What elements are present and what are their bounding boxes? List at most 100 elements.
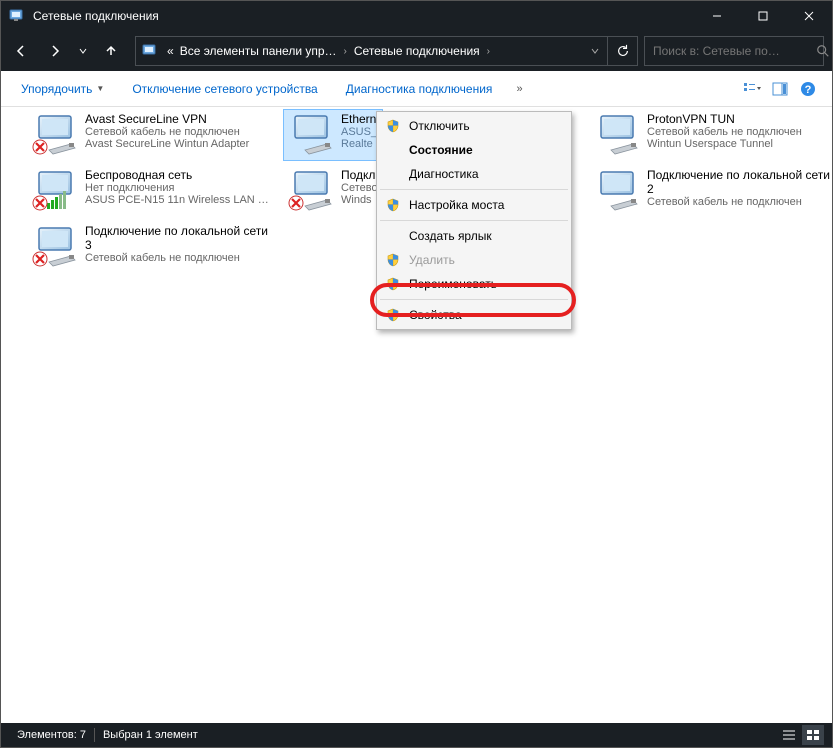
- forward-button[interactable]: [39, 35, 71, 67]
- menu-item-свойства[interactable]: Свойства: [379, 303, 569, 327]
- connection-adapter: Wintun Userspace Tunnel: [647, 138, 833, 150]
- breadcrumb-parent[interactable]: Все элементы панели упр…: [177, 37, 340, 65]
- connection-status: Сетево: [341, 182, 379, 194]
- diagnose-connection-button[interactable]: Диагностика подключения: [338, 78, 501, 100]
- connections-list: Подключение по локальной сети3 Сетевой к…: [1, 107, 832, 723]
- connection-info: Avast SecureLine VPN Сетевой кабель не п…: [85, 112, 279, 150]
- connection-info: Подкл Сетево Winds: [341, 168, 379, 206]
- preview-pane-icon[interactable]: [768, 77, 792, 101]
- menu-item-удалить: Удалить: [379, 248, 569, 272]
- address-dropdown[interactable]: [583, 37, 607, 65]
- disable-device-button[interactable]: Отключение сетевого устройства: [124, 78, 325, 100]
- search-box[interactable]: [644, 36, 824, 66]
- connection-info: Подключение по локальной сети3 Сетевой к…: [85, 224, 279, 264]
- connection-name: Avast SecureLine VPN: [85, 112, 279, 126]
- organize-menu[interactable]: Упорядочить ▼: [13, 78, 112, 100]
- connection-info: ProtonVPN TUN Сетевой кабель не подключе…: [647, 112, 833, 150]
- connection-item-wireless[interactable]: Беспроводная сеть Нет подключения ASUS P…: [27, 165, 283, 217]
- connection-name: Подкл: [341, 168, 379, 182]
- menu-item-label: Диагностика: [409, 167, 479, 181]
- connection-name: ProtonVPN TUN: [647, 112, 833, 126]
- shield-icon: [385, 276, 401, 292]
- network-adapter-icon: [31, 168, 79, 212]
- connection-adapter: Winds: [341, 194, 379, 206]
- minimize-button[interactable]: [694, 1, 740, 31]
- toolbar-overflow[interactable]: »: [516, 83, 522, 95]
- connection-name: Ethern: [341, 112, 379, 126]
- search-icon[interactable]: [816, 44, 830, 58]
- connection-info: Ethern ASUS_ Realte: [341, 112, 379, 150]
- chevron-right-icon[interactable]: ›: [340, 46, 351, 57]
- menu-separator: [380, 220, 568, 221]
- connection-item-localconn[interactable]: Подкл Сетево Winds: [283, 165, 383, 217]
- menu-item-label: Состояние: [409, 143, 473, 157]
- menu-item-label: Настройка моста: [409, 198, 504, 212]
- refresh-button[interactable]: [607, 37, 637, 65]
- connection-adapter: ASUS PCE-N15 11n Wireless LAN …: [85, 194, 279, 206]
- network-adapter-icon: [287, 112, 335, 156]
- menu-separator: [380, 189, 568, 190]
- app-icon: [9, 8, 25, 24]
- status-bar: Элементов: 7 Выбран 1 элемент: [1, 723, 832, 747]
- up-button[interactable]: [95, 35, 127, 67]
- status-item-count: Элементов: 7: [9, 729, 94, 741]
- connection-item-local3[interactable]: Подключение по локальной сети3 Сетевой к…: [27, 221, 283, 273]
- network-adapter-icon: [593, 112, 641, 156]
- connection-status: Сетевой кабель не подключен: [647, 126, 833, 138]
- menu-separator: [380, 299, 568, 300]
- chevron-down-icon: ▼: [96, 84, 104, 93]
- breadcrumb-current[interactable]: Сетевые подключения: [351, 37, 483, 65]
- window-title: Сетевые подключения: [33, 9, 694, 23]
- view-dropdown-icon[interactable]: [740, 77, 764, 101]
- menu-item-состояние[interactable]: Состояние: [379, 138, 569, 162]
- connection-name: Беспроводная сеть: [85, 168, 279, 182]
- connection-name: Подключение по локальной сети2: [647, 168, 833, 196]
- connection-name: Подключение по локальной сети3: [85, 224, 279, 252]
- details-view-button[interactable]: [778, 725, 800, 745]
- menu-item-настройка-моста[interactable]: Настройка моста: [379, 193, 569, 217]
- connection-item-ethernet[interactable]: Ethern ASUS_ Realte: [283, 109, 383, 161]
- breadcrumb-prefix: «: [164, 37, 177, 65]
- title-bar: Сетевые подключения: [1, 1, 832, 31]
- chevron-right-icon[interactable]: ›: [483, 46, 494, 57]
- menu-item-label: Свойства: [409, 308, 462, 322]
- shield-icon: [385, 307, 401, 323]
- shield-icon: [385, 197, 401, 213]
- menu-item-переименовать[interactable]: Переименовать: [379, 272, 569, 296]
- menu-item-label: Отключить: [409, 119, 470, 133]
- maximize-button[interactable]: [740, 1, 786, 31]
- address-bar[interactable]: « Все элементы панели упр… › Сетевые под…: [135, 36, 638, 66]
- connection-item-local2[interactable]: Подключение по локальной сети2 Сетевой к…: [589, 165, 833, 217]
- nav-bar: « Все элементы панели упр… › Сетевые под…: [1, 31, 832, 71]
- connection-status: Сетевой кабель не подключен: [85, 252, 279, 264]
- recent-dropdown[interactable]: [73, 35, 93, 67]
- connection-item-proton[interactable]: ProtonVPN TUN Сетевой кабель не подключе…: [589, 109, 833, 161]
- connection-info: Подключение по локальной сети2 Сетевой к…: [647, 168, 833, 208]
- connection-status: Сетевой кабель не подключен: [647, 196, 833, 208]
- connection-info: Беспроводная сеть Нет подключения ASUS P…: [85, 168, 279, 206]
- close-button[interactable]: [786, 1, 832, 31]
- status-selected-count: Выбран 1 элемент: [95, 729, 206, 741]
- help-icon[interactable]: ?: [796, 77, 820, 101]
- shield-icon: [385, 118, 401, 134]
- menu-item-отключить[interactable]: Отключить: [379, 114, 569, 138]
- network-adapter-icon: [593, 168, 641, 212]
- location-icon: [142, 43, 158, 59]
- menu-item-label: Удалить: [409, 253, 455, 267]
- connection-status: Нет подключения: [85, 182, 279, 194]
- shield-icon: [385, 252, 401, 268]
- connection-item-avast[interactable]: Avast SecureLine VPN Сетевой кабель не п…: [27, 109, 283, 161]
- menu-item-диагностика[interactable]: Диагностика: [379, 162, 569, 186]
- back-button[interactable]: [5, 35, 37, 67]
- search-input[interactable]: [645, 44, 816, 58]
- menu-item-создать-ярлык[interactable]: Создать ярлык: [379, 224, 569, 248]
- connection-status: ASUS_: [341, 126, 379, 138]
- connection-adapter: Realte: [341, 138, 379, 150]
- context-menu: Отключить Состояние Диагностика Настройка м…: [376, 111, 572, 330]
- tiles-view-button[interactable]: [802, 725, 824, 745]
- network-adapter-icon: [31, 112, 79, 156]
- command-bar: Упорядочить ▼ Отключение сетевого устрой…: [1, 71, 832, 107]
- connection-adapter: Avast SecureLine Wintun Adapter: [85, 138, 279, 150]
- network-adapter-icon: [31, 224, 79, 268]
- network-adapter-icon: [287, 168, 335, 212]
